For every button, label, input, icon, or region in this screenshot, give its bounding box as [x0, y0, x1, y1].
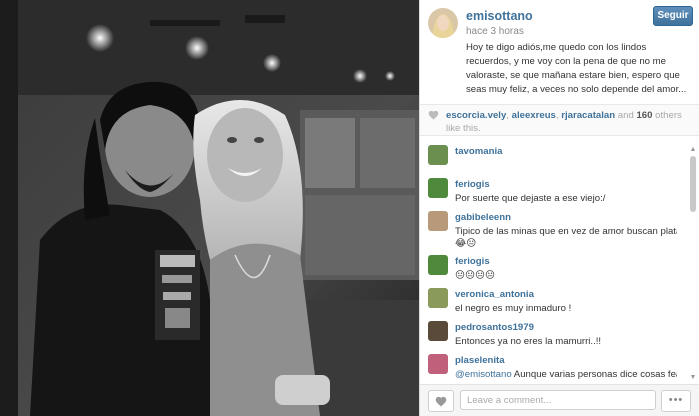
comments-scrollbar[interactable]: ▲ ▼: [689, 146, 697, 382]
author-username[interactable]: emisottano: [466, 9, 533, 23]
comment-username[interactable]: plaselenita: [455, 355, 505, 366]
comments-list: tavomania feriogis Por suerte que dejast…: [420, 143, 699, 383]
comment-username[interactable]: gabibeleenn: [455, 212, 511, 223]
commenter-avatar[interactable]: [428, 321, 448, 341]
heart-icon: [435, 396, 447, 406]
follow-button[interactable]: Seguir: [653, 6, 693, 26]
comment-username[interactable]: pedrosantos1979: [455, 322, 534, 333]
comment-text: Entonces ya no eres la mamurri..!!: [455, 336, 602, 347]
scroll-down-arrow-icon[interactable]: ▼: [689, 374, 697, 382]
comment-item: plaselenita @emisottano Aunque varias pe…: [420, 352, 699, 383]
comment-item: feriogis Por suerte que dejaste a ese vi…: [420, 176, 699, 209]
comment-text: 😐😐😐😐: [455, 270, 496, 281]
comment-text: Tipico de las minas que en vez de amor b…: [455, 226, 677, 237]
comment-item: tavomania: [420, 143, 699, 176]
comment-username[interactable]: feriogis: [455, 179, 490, 190]
post-photo[interactable]: [0, 0, 419, 416]
liker-link[interactable]: escorcia.vely: [446, 110, 506, 121]
photo-image: [0, 0, 419, 416]
commenter-avatar[interactable]: [428, 211, 448, 231]
heart-icon: [428, 110, 439, 120]
comment-item: veronica_antonia el negro es muy inmadur…: [420, 286, 699, 319]
comment-item: pedrosantos1979 Entonces ya no eres la m…: [420, 319, 699, 352]
commenter-avatar[interactable]: [428, 178, 448, 198]
more-options-button[interactable]: •••: [661, 390, 691, 412]
instagram-post-viewer: emisottano hace 3 horas Seguir Hoy te di…: [0, 0, 699, 416]
comment-item: feriogis 😐😐😐😐: [420, 253, 699, 286]
liker-link[interactable]: aleexreus: [512, 110, 556, 121]
commenter-avatar[interactable]: [428, 288, 448, 308]
comment-input[interactable]: [460, 390, 656, 410]
likes-summary: escorcia.vely, aleexreus, rjaracatalan a…: [420, 104, 699, 136]
commenter-avatar[interactable]: [428, 255, 448, 275]
post-side-panel: emisottano hace 3 horas Seguir Hoy te di…: [419, 0, 699, 416]
mention-link[interactable]: @emisottano: [455, 369, 512, 380]
comment-item: gabibeleenn Tipico de las minas que en v…: [420, 209, 699, 253]
likes-count[interactable]: 160: [636, 110, 652, 121]
scroll-up-arrow-icon[interactable]: ▲: [689, 146, 697, 154]
comment-username[interactable]: feriogis: [455, 256, 490, 267]
comment-footer: •••: [420, 384, 699, 416]
comment-username[interactable]: tavomania: [455, 146, 502, 157]
like-button[interactable]: [428, 390, 454, 412]
scrollbar-thumb[interactable]: [690, 156, 696, 212]
liker-link[interactable]: rjaracatalan: [561, 110, 615, 121]
comment-text-continued: 😂😐: [455, 238, 477, 249]
comment-text: el negro es muy inmaduro !: [455, 303, 572, 314]
comment-text: @emisottano Aunque varias personas dice …: [455, 369, 677, 380]
commenter-avatar[interactable]: [428, 145, 448, 165]
commenter-avatar[interactable]: [428, 354, 448, 374]
post-timestamp: hace 3 horas: [466, 26, 524, 37]
comment-text: Por suerte que dejaste a ese viejo:/: [455, 193, 606, 204]
comment-username[interactable]: veronica_antonia: [455, 289, 534, 300]
post-caption: Hoy te digo adiós,me quedo con los lindo…: [466, 42, 687, 95]
author-avatar[interactable]: [428, 8, 458, 38]
